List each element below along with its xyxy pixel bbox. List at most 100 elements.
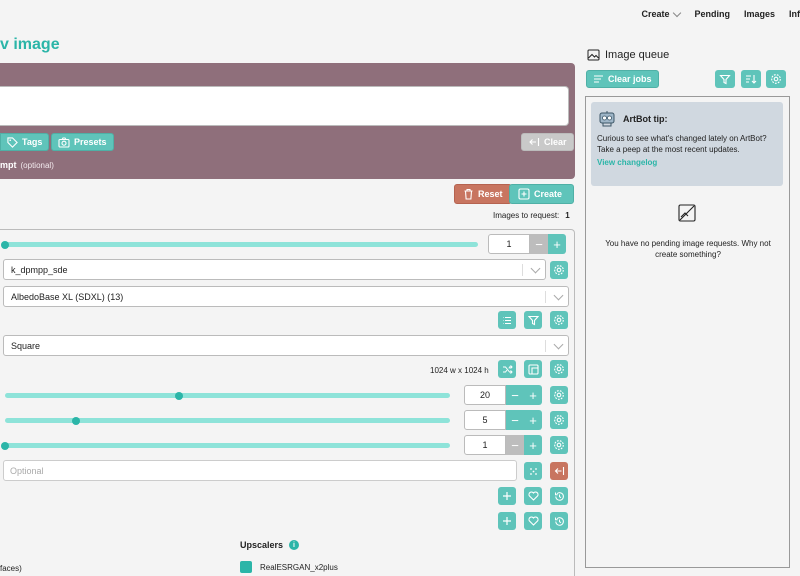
- dimension-settings-button[interactable]: [550, 360, 568, 378]
- heart-icon: [527, 491, 539, 501]
- steps-decrement-button[interactable]: −: [506, 385, 524, 405]
- queue-title: Image queue: [587, 49, 669, 61]
- gear-icon: [554, 364, 564, 374]
- reset-button[interactable]: Reset: [454, 184, 512, 204]
- custom-size-button[interactable]: [524, 360, 542, 378]
- images-slider-knob[interactable]: [1, 240, 9, 249]
- chevron-down-icon: [553, 339, 564, 350]
- model-list-button[interactable]: [498, 311, 516, 329]
- prompt-input[interactable]: [0, 86, 569, 126]
- plus-square-icon: [518, 188, 530, 200]
- tip-header: ArtBot tip:: [597, 110, 777, 128]
- model-filter-button[interactable]: [524, 311, 542, 329]
- cfg-settings-button[interactable]: [550, 411, 568, 429]
- steps-slider[interactable]: [5, 391, 450, 400]
- prompt-panel: Tags Presets Clear mpt (optional): [0, 63, 575, 179]
- tags-button[interactable]: Tags: [0, 133, 50, 151]
- add-lora-button[interactable]: [498, 487, 516, 505]
- queue-panel: ArtBot tip: Curious to see what's change…: [585, 96, 790, 568]
- favorite-lora-button[interactable]: [524, 487, 542, 505]
- clear-jobs-button[interactable]: Clear jobs: [586, 70, 659, 88]
- nav-info[interactable]: Inf: [789, 9, 800, 19]
- sort-icon: [746, 74, 757, 84]
- cfg-slider[interactable]: [5, 416, 450, 425]
- steps-input[interactable]: 20: [464, 385, 506, 405]
- list-icon: [502, 316, 511, 324]
- steps-increment-button[interactable]: +: [524, 385, 542, 405]
- create-button[interactable]: Create: [509, 184, 574, 204]
- checkbox[interactable]: [240, 561, 252, 573]
- gear-icon: [554, 440, 564, 450]
- tag-icon: [7, 136, 18, 148]
- gear-icon: [554, 415, 564, 425]
- no-image-icon: [678, 204, 696, 222]
- steps-settings-button[interactable]: [550, 386, 568, 404]
- negative-prompt-label: mpt (optional): [0, 160, 54, 170]
- ratio-icon: [527, 363, 539, 375]
- sampler-settings-button[interactable]: [550, 261, 568, 279]
- clip-slider-knob[interactable]: [1, 441, 9, 450]
- robot-icon: [599, 111, 615, 127]
- model-select[interactable]: AlbedoBase XL (SDXL) (13): [3, 286, 569, 307]
- gear-icon: [554, 390, 564, 400]
- favorite-embedding-button[interactable]: [524, 512, 542, 530]
- random-seed-button[interactable]: [524, 462, 542, 480]
- history-icon: [554, 516, 564, 526]
- gear-icon: [554, 265, 564, 275]
- swap-dimensions-button[interactable]: [498, 360, 516, 378]
- queue-settings-button[interactable]: [766, 70, 786, 88]
- view-changelog-link[interactable]: View changelog: [597, 158, 777, 167]
- nav-images[interactable]: Images: [744, 9, 775, 19]
- clip-settings-button[interactable]: [550, 436, 568, 454]
- clear-seed-button[interactable]: [550, 462, 568, 480]
- info-icon[interactable]: i: [289, 540, 300, 550]
- top-nav: Create Pending Images Inf: [641, 8, 800, 19]
- plus-icon: [503, 492, 511, 500]
- clip-increment-button[interactable]: +: [524, 435, 542, 455]
- aspect-ratio-select[interactable]: Square: [3, 335, 569, 356]
- steps-slider-knob[interactable]: [174, 391, 183, 400]
- image-icon: [587, 49, 600, 61]
- select-divider: [522, 264, 523, 276]
- tip-body: Curious to see what's changed lately on …: [597, 134, 767, 154]
- image-dimensions: 1024 w x 1024 h: [430, 366, 489, 375]
- images-to-request: Images to request: 1: [493, 211, 570, 220]
- cfg-input[interactable]: 5: [464, 410, 506, 430]
- camera-icon: [58, 136, 70, 148]
- face-fix-label: faces): [0, 564, 22, 573]
- cfg-decrement-button[interactable]: −: [506, 410, 524, 430]
- presets-button[interactable]: Presets: [51, 133, 114, 151]
- add-embedding-button[interactable]: [498, 512, 516, 530]
- recent-lora-button[interactable]: [550, 487, 568, 505]
- history-icon: [554, 491, 564, 501]
- clear-prompt-button[interactable]: Clear: [521, 133, 574, 151]
- trash-icon: [464, 188, 473, 200]
- chevron-down-icon: [553, 290, 564, 301]
- queue-filter-button[interactable]: [715, 70, 735, 88]
- list-icon: [594, 75, 603, 83]
- gear-icon: [771, 74, 781, 84]
- upscaler-option[interactable]: RealESRGAN_x2plus: [240, 561, 338, 573]
- artbot-tip: ArtBot tip: Curious to see what's change…: [591, 102, 783, 186]
- page-title: v image: [0, 36, 60, 53]
- seed-input[interactable]: Optional: [3, 460, 517, 481]
- images-slider[interactable]: [1, 240, 478, 249]
- clip-decrement-button[interactable]: −: [506, 435, 524, 455]
- plus-icon: [503, 517, 511, 525]
- recent-embedding-button[interactable]: [550, 512, 568, 530]
- images-count-input[interactable]: 1: [488, 234, 530, 254]
- clip-slider[interactable]: [1, 441, 450, 450]
- sampler-select[interactable]: k_dpmpp_sde: [3, 259, 546, 280]
- empty-queue-message: You have no pending image requests. Why …: [605, 239, 771, 259]
- cfg-slider-knob[interactable]: [72, 416, 81, 425]
- clip-input[interactable]: 1: [464, 435, 506, 455]
- cfg-increment-button[interactable]: +: [524, 410, 542, 430]
- model-settings-button[interactable]: [550, 311, 568, 329]
- images-increment-button[interactable]: +: [548, 234, 566, 254]
- nav-create[interactable]: Create: [641, 8, 682, 19]
- images-decrement-button[interactable]: −: [530, 234, 548, 254]
- nav-pending[interactable]: Pending: [694, 9, 730, 19]
- chevron-down-icon: [673, 8, 682, 17]
- queue-sort-button[interactable]: [741, 70, 761, 88]
- upscalers-heading: Upscalers i: [240, 540, 300, 550]
